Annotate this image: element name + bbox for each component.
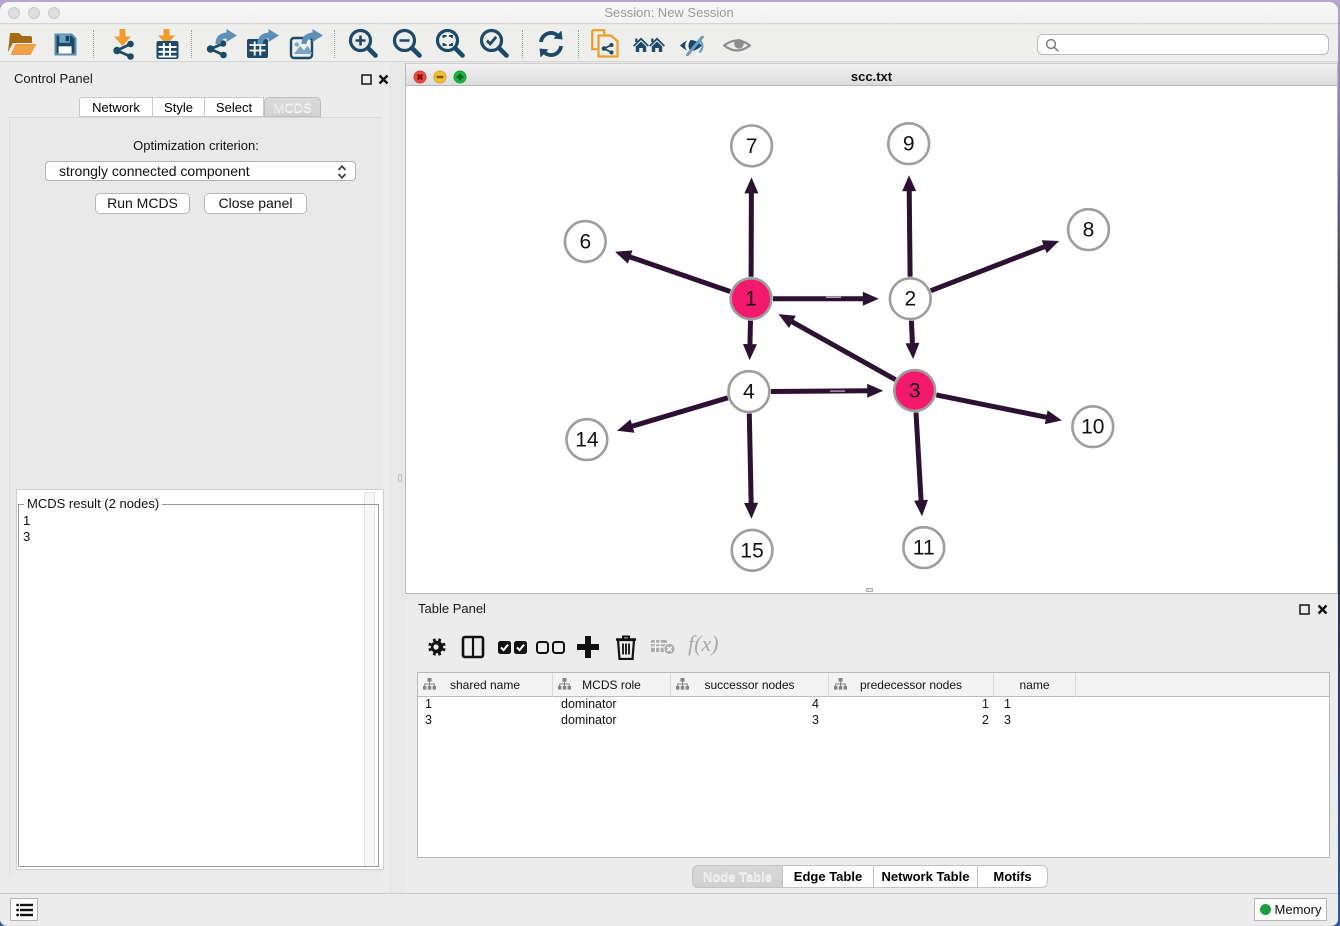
svg-text:14: 14 [575,429,599,452]
svg-text:15: 15 [740,539,763,562]
svg-text:3: 3 [909,380,921,403]
svg-text:1: 1 [745,288,757,311]
svg-text:2: 2 [904,288,916,311]
svg-text:6: 6 [579,231,591,254]
svg-text:11: 11 [913,537,935,560]
svg-text:7: 7 [746,135,758,158]
svg-text:10: 10 [1081,416,1104,439]
svg-text:8: 8 [1083,219,1095,242]
svg-text:4: 4 [743,381,755,404]
svg-text:9: 9 [903,133,915,156]
